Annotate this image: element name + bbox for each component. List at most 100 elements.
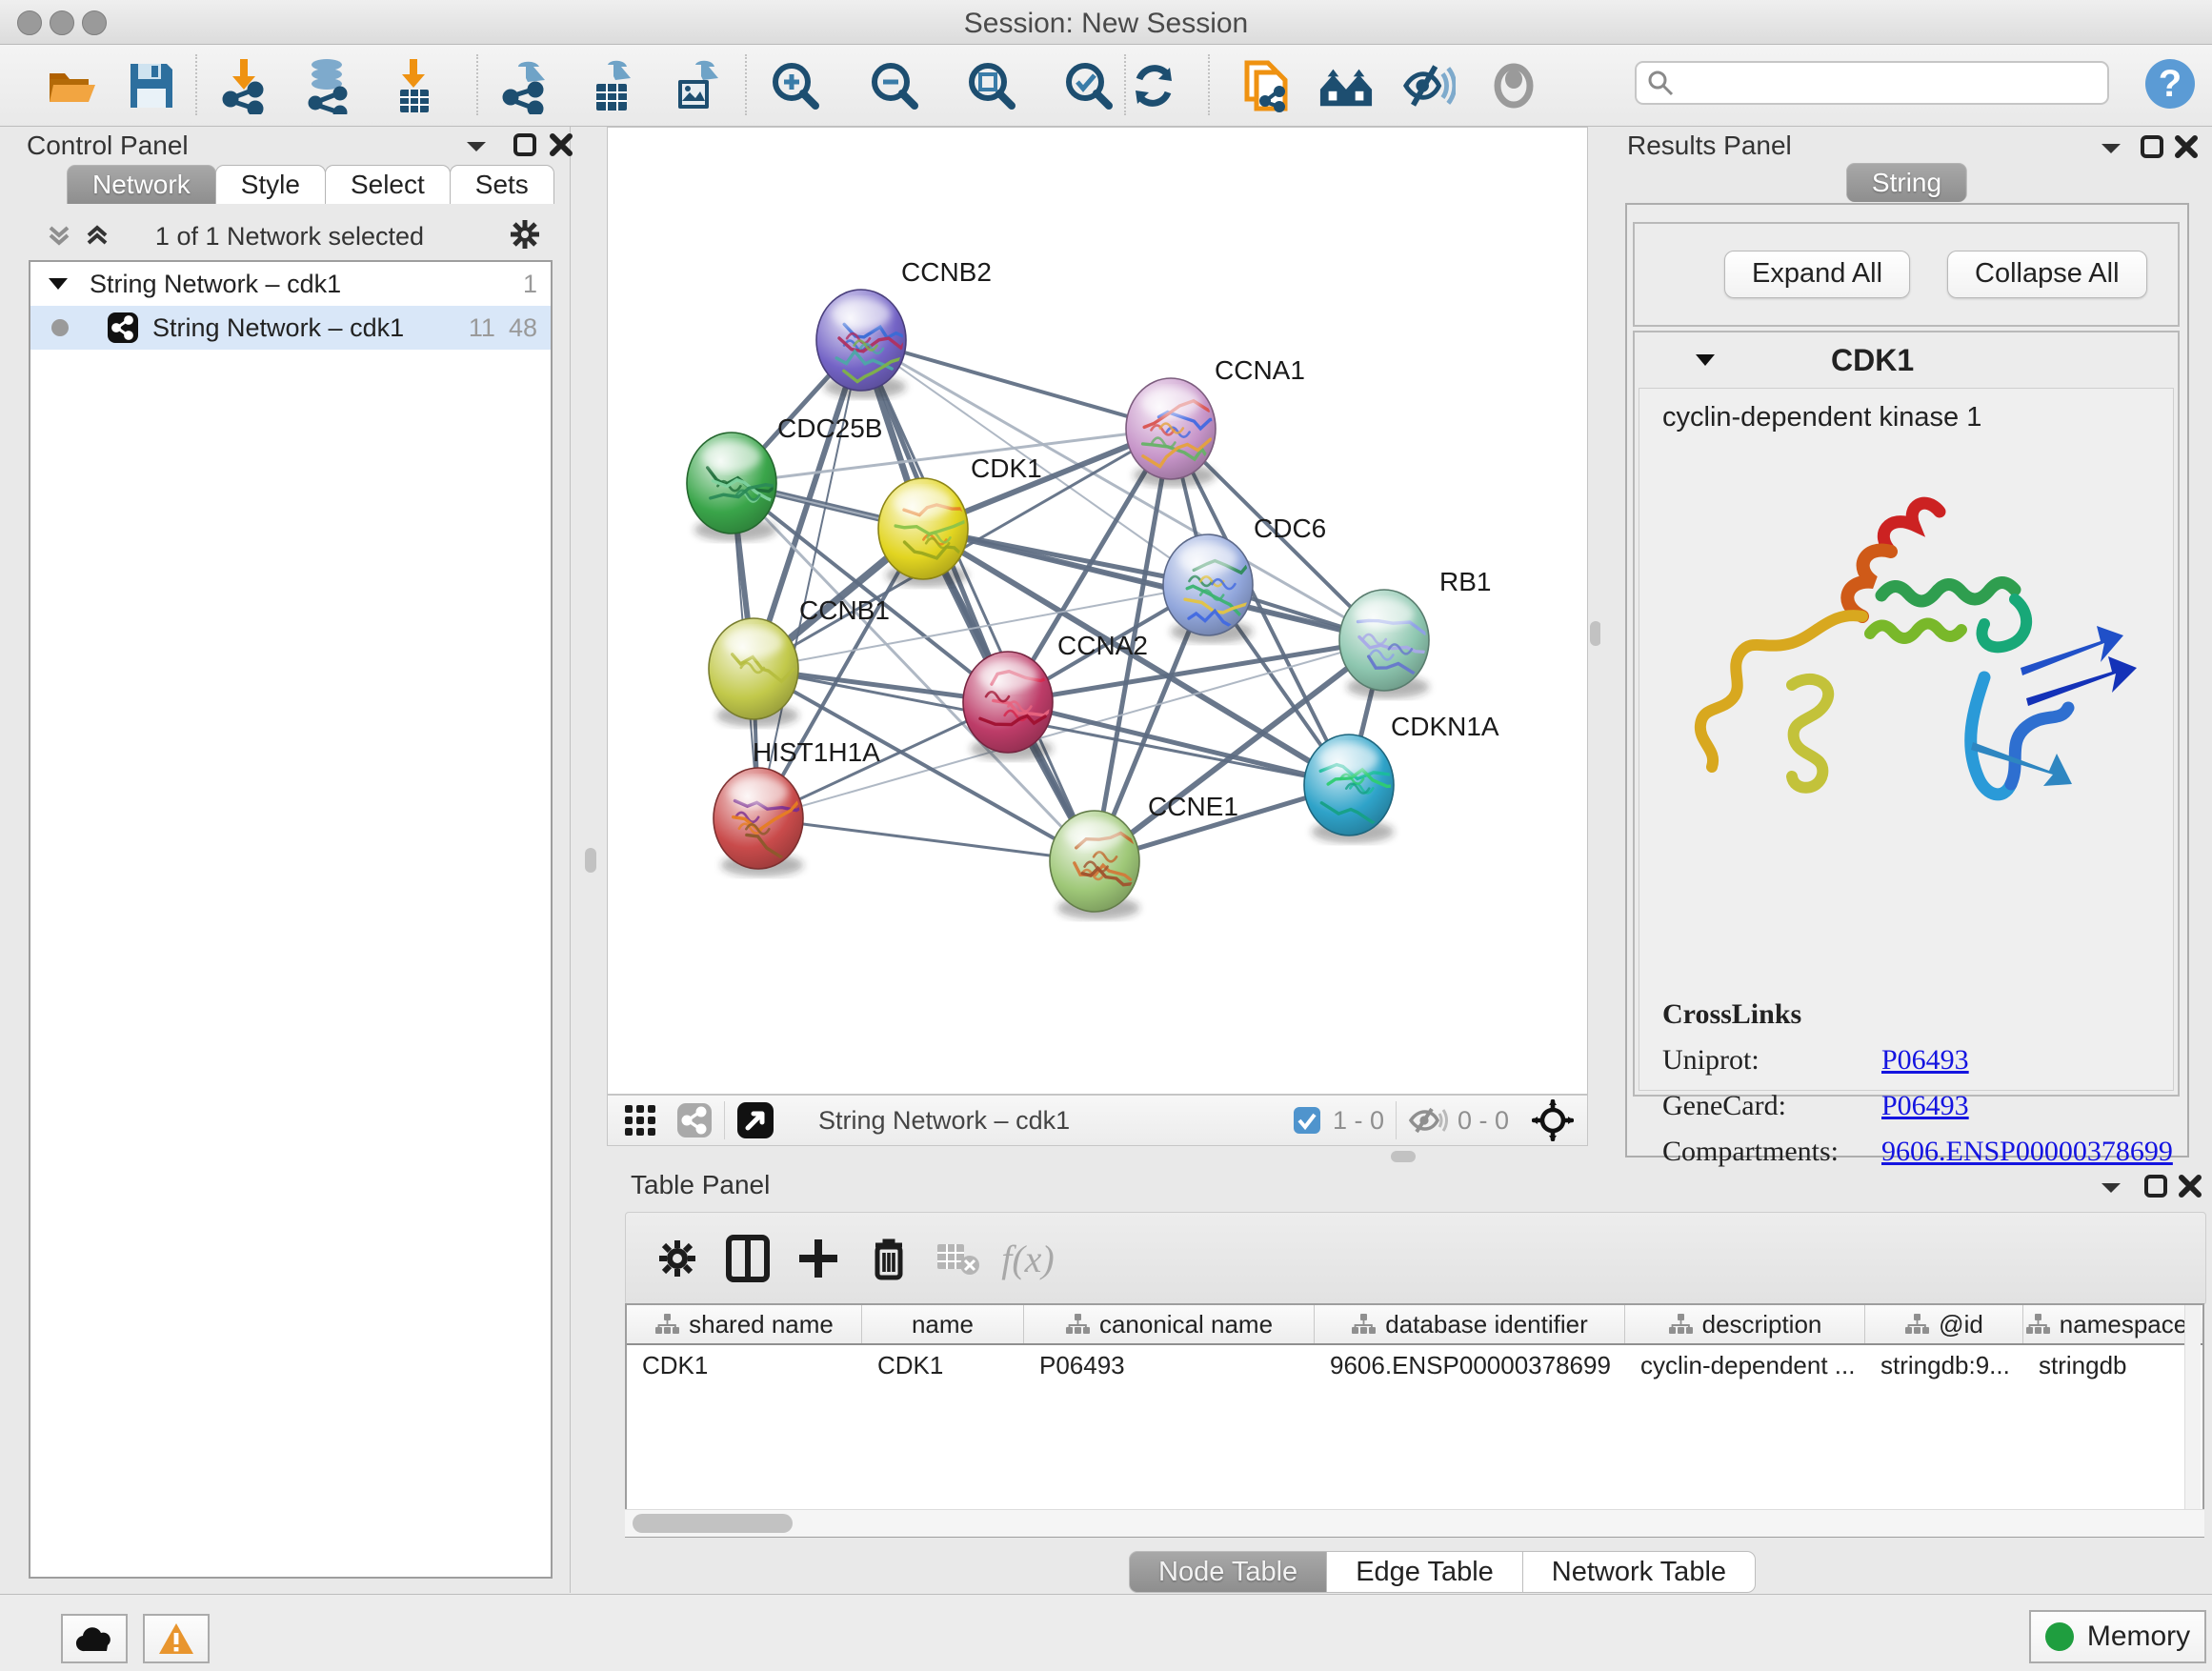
column-header-database-identifier[interactable]: database identifier	[1315, 1305, 1625, 1343]
cloud-status-button[interactable]	[61, 1614, 128, 1663]
left-splitter-handle[interactable]	[585, 848, 596, 873]
export-image-icon[interactable]	[667, 58, 722, 113]
search-input[interactable]	[1675, 68, 2079, 99]
network-row[interactable]: String Network – cdk1 11 48	[30, 306, 551, 350]
export-table-to-file-icon[interactable]	[583, 58, 638, 113]
results-panel-tabs: String	[1846, 163, 1966, 202]
node-RB1[interactable]: RB1	[1339, 567, 1491, 698]
edge-HIST1H1A-CCNE1[interactable]	[758, 818, 1095, 861]
zoom-out-icon[interactable]	[867, 58, 922, 113]
collection-label: String Network – cdk1	[90, 270, 341, 299]
clone-network-icon[interactable]	[1238, 58, 1294, 113]
close-panel-icon[interactable]	[2174, 134, 2199, 159]
table-options-gear-icon[interactable]	[649, 1230, 706, 1287]
node-CCNB2[interactable]: CCNB2	[816, 257, 992, 398]
column-header-@id[interactable]: @id	[1865, 1305, 2023, 1343]
selected-checkbox-icon[interactable]	[1293, 1106, 1321, 1135]
close-panel-icon[interactable]	[549, 132, 573, 157]
table-cell[interactable]: CDK1	[627, 1351, 862, 1380]
undock-panel-icon[interactable]	[2143, 1174, 2168, 1198]
tab-string[interactable]: String	[1846, 163, 1967, 202]
bottom-splitter-handle[interactable]	[1391, 1151, 1416, 1162]
network-collection-row[interactable]: String Network – cdk1 1	[30, 262, 551, 306]
network-view-canvas[interactable]: CCNB2CCNA1CDC25BCDK1CDC6RB1CCNB1CCNA2CDK…	[607, 127, 1588, 1095]
node-HIST1H1A[interactable]: HIST1H1A	[714, 737, 880, 876]
column-header-canonical-name[interactable]: canonical name	[1024, 1305, 1315, 1343]
node-label-CCNB2: CCNB2	[901, 257, 992, 287]
import-network-from-file-icon[interactable]	[215, 58, 271, 113]
table-cell[interactable]: 9606.ENSP00000378699	[1315, 1351, 1625, 1380]
tab-edge-table[interactable]: Edge Table	[1326, 1551, 1523, 1593]
table-panel-title: Table Panel	[631, 1170, 770, 1200]
table-horizontal-scrollbar[interactable]	[625, 1509, 2204, 1537]
table-row[interactable]: CDK1CDK1P064939606.ENSP00000378699cyclin…	[627, 1345, 2202, 1385]
tab-network-table[interactable]: Network Table	[1522, 1551, 1756, 1593]
first-neighbors-icon[interactable]	[1318, 58, 1374, 113]
network-options-gear-icon[interactable]	[509, 218, 541, 251]
crosslink-link[interactable]: 9606.ENSP00000378699	[1881, 1136, 2173, 1167]
refresh-network-view-icon[interactable]	[1126, 58, 1181, 113]
tab-select[interactable]: Select	[325, 165, 451, 204]
table-cell[interactable]: cyclin-dependent ...	[1625, 1351, 1865, 1380]
node-CDC6[interactable]: CDC6	[1163, 513, 1326, 643]
column-header-shared-name[interactable]: shared name	[627, 1305, 862, 1343]
zoom-fit-content-icon[interactable]	[964, 58, 1019, 113]
float-panel-icon[interactable]	[2100, 140, 2122, 157]
show-columns-icon[interactable]	[719, 1230, 776, 1287]
warning-status-button[interactable]	[143, 1614, 210, 1663]
zoom-in-icon[interactable]	[768, 58, 823, 113]
open-session-icon[interactable]	[44, 58, 99, 113]
fit-selected-crosshair-icon[interactable]	[1532, 1099, 1574, 1141]
expand-all-button[interactable]: Expand All	[1724, 251, 1910, 298]
help-button[interactable]: ?	[2145, 59, 2195, 109]
table-cell[interactable]: stringdb:9...	[1865, 1351, 2023, 1380]
collapse-all-button[interactable]: Collapse All	[1947, 251, 2147, 298]
float-panel-icon[interactable]	[2100, 1179, 2122, 1197]
import-table-from-file-icon[interactable]	[385, 58, 440, 113]
tab-sets[interactable]: Sets	[450, 165, 554, 204]
crosslink-link[interactable]: P06493	[1881, 1090, 1969, 1121]
network-graph[interactable]: CCNB2CCNA1CDC25BCDK1CDC6RB1CCNB1CCNA2CDK…	[608, 128, 1587, 1094]
hidden-eye-icon[interactable]	[1408, 1106, 1448, 1135]
crosslink-link[interactable]: P06493	[1881, 1044, 1969, 1076]
tab-network[interactable]: Network	[67, 165, 216, 204]
table-cell[interactable]: P06493	[1024, 1351, 1315, 1380]
gene-collapse-icon[interactable]	[1694, 352, 1717, 369]
edge-CCNB2-CCNA1[interactable]	[861, 340, 1171, 429]
import-network-from-database-icon[interactable]	[299, 58, 354, 113]
column-header-name[interactable]: name	[862, 1305, 1024, 1343]
column-header-description[interactable]: description	[1625, 1305, 1865, 1343]
search-field[interactable]	[1635, 61, 2109, 105]
table-cell[interactable]: CDK1	[862, 1351, 1024, 1380]
float-panel-icon[interactable]	[465, 138, 488, 155]
application-window: Session: New Session	[0, 0, 2212, 1671]
node-CCNE1[interactable]: CCNE1	[1050, 792, 1238, 919]
scrollbar-thumb[interactable]	[633, 1514, 793, 1533]
create-column-icon[interactable]	[790, 1230, 847, 1287]
table-vertical-scrollbar[interactable]	[2184, 1305, 2201, 1536]
tab-node-table[interactable]: Node Table	[1129, 1551, 1327, 1593]
birds-eye-view-icon[interactable]	[736, 1101, 774, 1139]
grid-view-icon[interactable]	[623, 1103, 657, 1137]
gene-section-body: cyclin-dependent kinase 1	[1639, 388, 2174, 1091]
results-panel: Results Panel String Expand All Collapse…	[1600, 127, 2212, 1167]
save-session-icon[interactable]	[124, 58, 179, 113]
undock-panel-icon[interactable]	[2140, 134, 2164, 159]
show-hide-graphics-details-icon[interactable]	[1400, 58, 1456, 113]
column-header-namespace[interactable]: namespace	[2023, 1305, 2190, 1343]
delete-column-icon[interactable]	[860, 1230, 917, 1287]
network-share-view-icon[interactable]	[676, 1102, 713, 1138]
table-cell[interactable]: stringdb	[2023, 1351, 2190, 1380]
memory-button[interactable]: Memory	[2029, 1610, 2206, 1663]
toggle-highlight-icon[interactable]	[1486, 58, 1541, 113]
edge-CCNB2-CCNE1[interactable]	[861, 340, 1095, 861]
gene-section-header[interactable]: CDK1	[1635, 332, 2178, 388]
collection-expand-icon[interactable]	[48, 276, 69, 292]
node-CCNA1[interactable]: CCNA1	[1126, 355, 1305, 487]
node-CDKN1A[interactable]: CDKN1A	[1304, 712, 1499, 843]
close-panel-icon[interactable]	[2178, 1174, 2202, 1198]
export-network-to-file-icon[interactable]	[495, 58, 551, 113]
tab-style[interactable]: Style	[215, 165, 326, 204]
zoom-selected-region-icon[interactable]	[1061, 58, 1116, 113]
undock-panel-icon[interactable]	[513, 132, 537, 157]
